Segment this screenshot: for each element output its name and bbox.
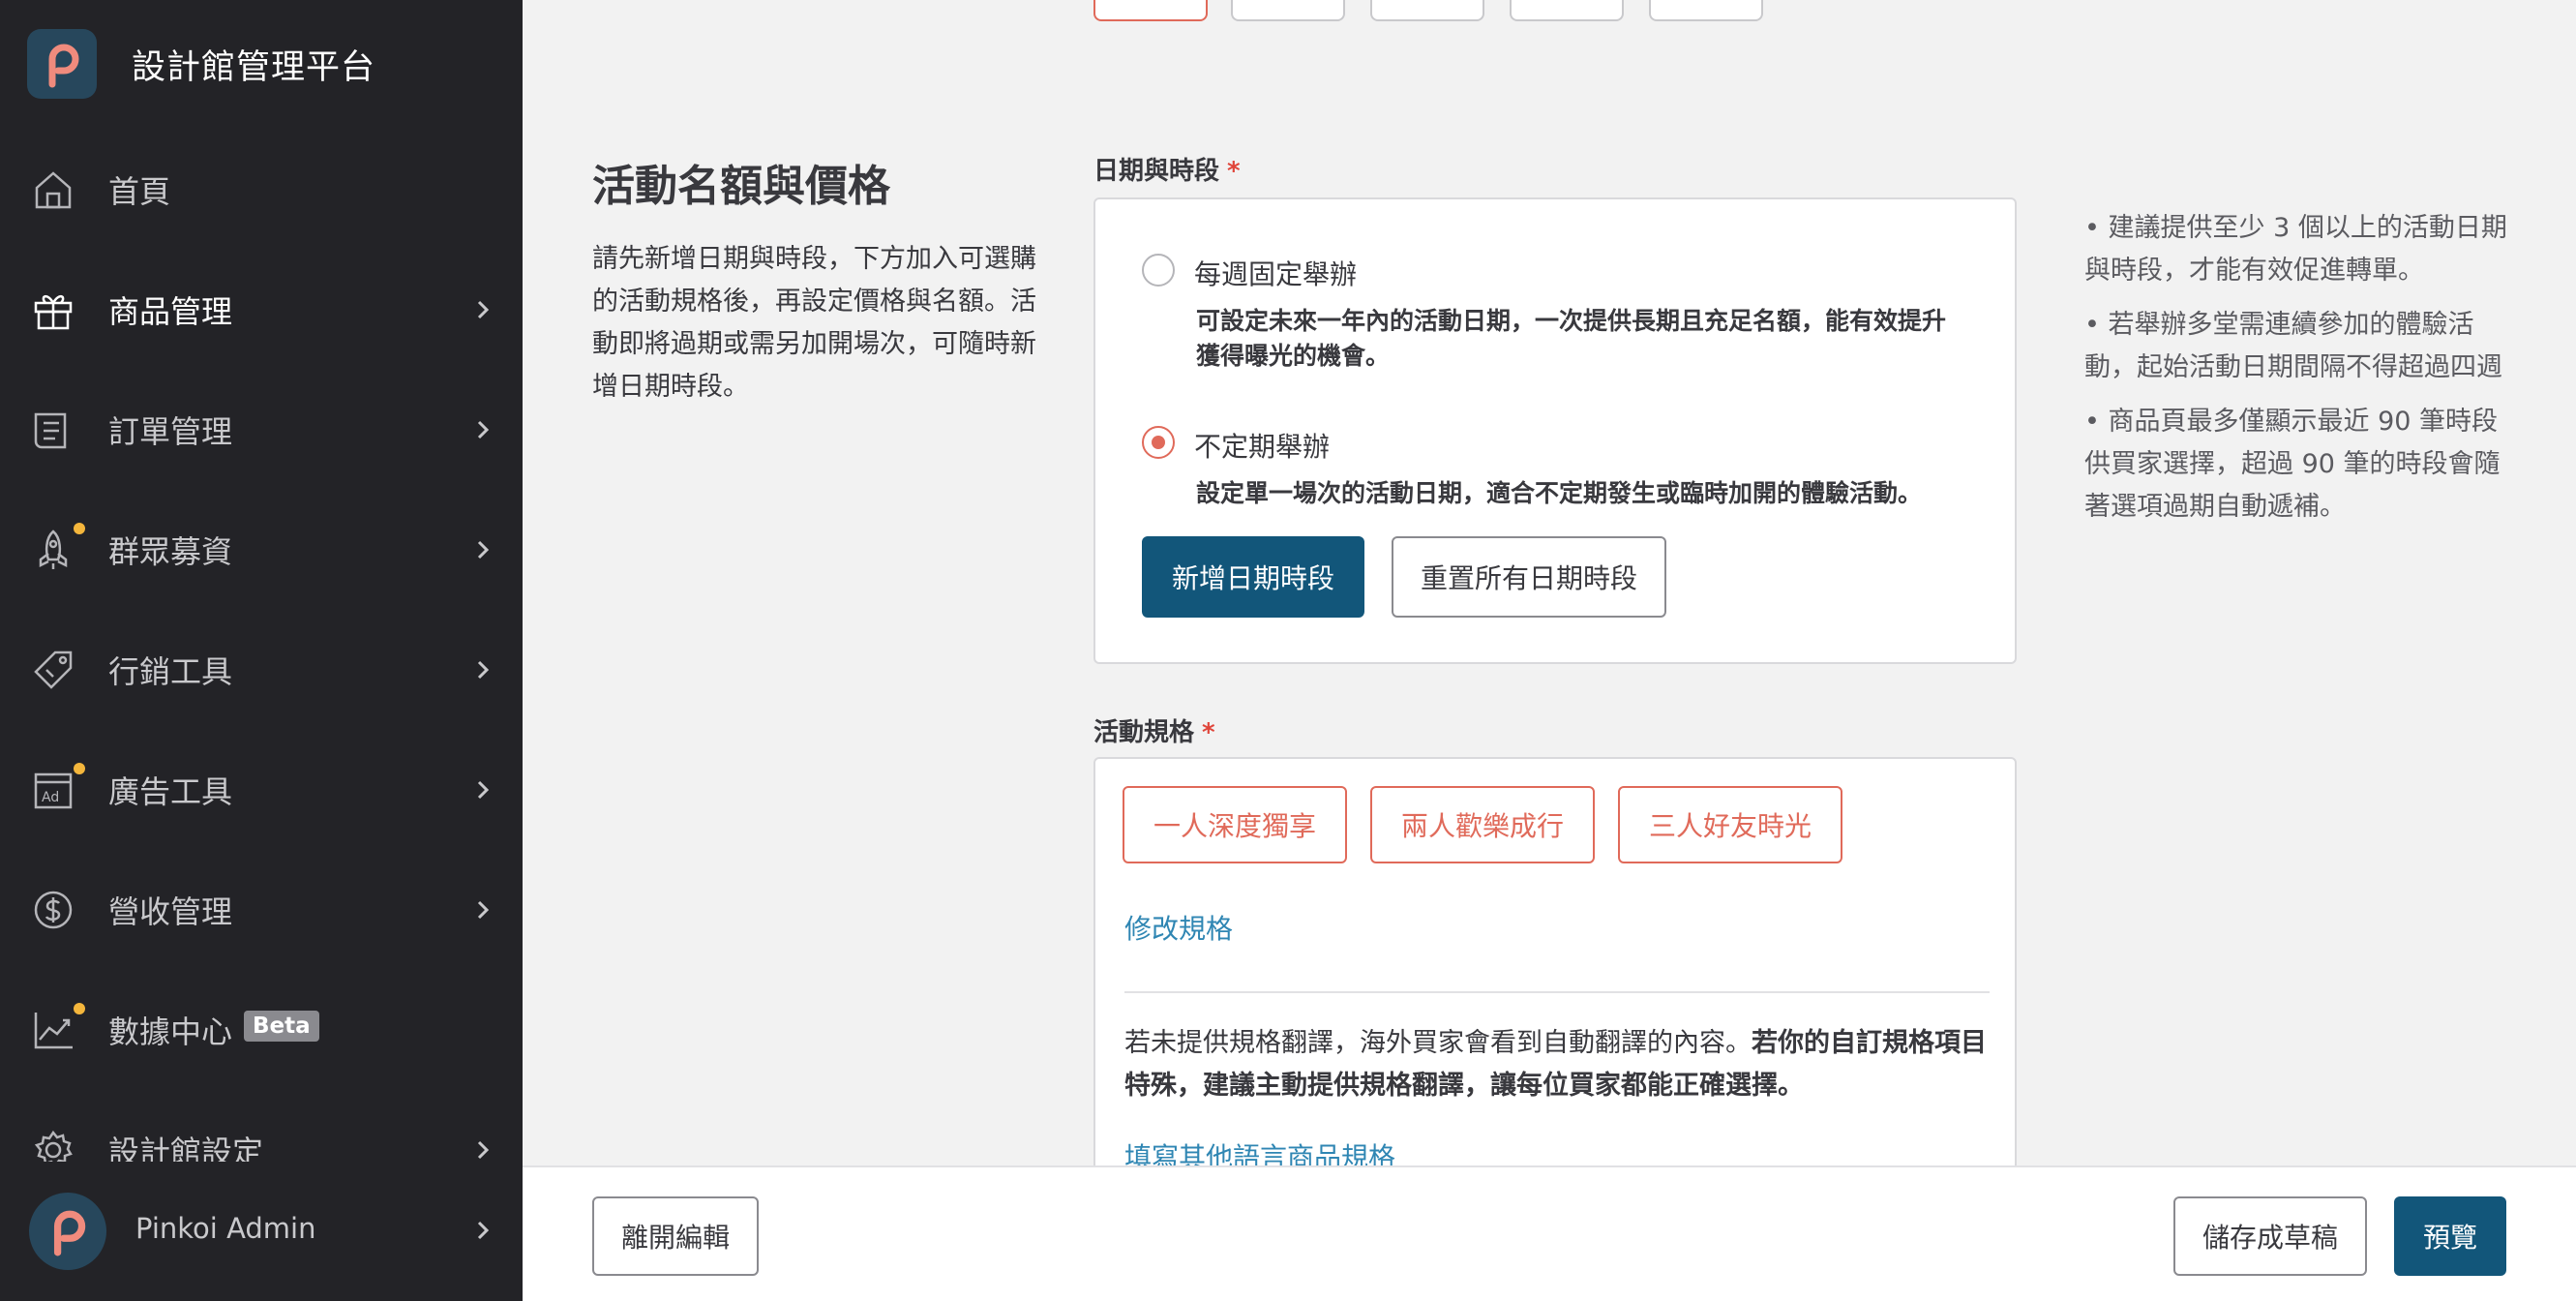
translate-spec-link[interactable]: 填寫其他語言商品規格: [1124, 1136, 1395, 1165]
spec-chip[interactable]: 一人深度獨享: [1123, 786, 1348, 863]
sidebar-item-label: 群眾募資: [108, 533, 233, 570]
chevron-right-icon: [477, 300, 490, 319]
chevron-right-icon: [477, 780, 490, 800]
avatar: [29, 1193, 106, 1270]
chevron-right-icon: [477, 900, 490, 920]
pinkoi-logo-icon: [27, 29, 97, 99]
notification-dot: [74, 763, 85, 774]
dollar-icon: [31, 888, 75, 932]
add-date-slot-button[interactable]: 新增日期時段: [1142, 536, 1364, 618]
top-chip[interactable]: [1231, 0, 1345, 21]
radio-weekly-desc: 可設定未來一年內的活動日期，一次提供長期且充足名額，能有效提升獲得曝光的機會。: [1196, 307, 1947, 370]
chevron-right-icon: [477, 420, 490, 439]
sidebar-item-ads[interactable]: Ad 廣告工具: [0, 751, 523, 829]
sidebar-item-marketing[interactable]: 行銷工具: [0, 631, 523, 709]
tips-list: • 建議提供至少 3 個以上的活動日期與時段，才能有效促進轉單。 • 若舉辦多堂…: [2084, 207, 2510, 540]
spec-chip[interactable]: 兩人歡樂成行: [1370, 786, 1596, 863]
tip-item: • 建議提供至少 3 個以上的活動日期與時段，才能有效促進轉單。: [2084, 213, 2507, 286]
receipt-icon: [31, 408, 75, 452]
main-content: 活動名額與價格 請先新增日期與時段，下方加入可選購的活動規格後，再設定價格與名額…: [523, 0, 2576, 1165]
top-chip[interactable]: [1649, 0, 1763, 21]
rocket-icon: [31, 528, 75, 572]
user-menu[interactable]: Pinkoi Admin: [0, 1162, 523, 1301]
translation-note: 若未提供規格翻譯，海外買家會看到自動翻譯的內容。若你的自訂規格項目特殊，建議主動…: [1124, 1028, 1987, 1101]
preview-button[interactable]: 預覽: [2394, 1196, 2506, 1276]
tip-item: • 商品頁最多僅顯示最近 90 筆時段供買家選擇，超過 90 筆的時段會隨著選項…: [2084, 407, 2501, 522]
top-chip[interactable]: [1093, 0, 1208, 21]
action-footer: 離開編輯 儲存成草稿 預覽: [523, 1165, 2576, 1301]
reset-date-slots-button[interactable]: 重置所有日期時段: [1392, 536, 1666, 618]
save-draft-button[interactable]: 儲存成草稿: [2173, 1196, 2367, 1276]
required-mark: *: [1202, 718, 1215, 747]
sidebar-item-label: 首頁: [108, 173, 171, 210]
leave-edit-button[interactable]: 離開編輯: [592, 1196, 759, 1276]
beta-badge: Beta: [244, 1011, 319, 1042]
sidebar-item-label: 數據中心: [108, 1014, 233, 1050]
notification-dot: [74, 523, 85, 534]
top-chip[interactable]: [1370, 0, 1484, 21]
radio-irregular-desc: 設定單一場次的活動日期，適合不定期發生或臨時加開的體驗活動。: [1196, 479, 1923, 507]
sidebar-item-revenue[interactable]: 營收管理: [0, 871, 523, 949]
sidebar-item-crowdfunding[interactable]: 群眾募資: [0, 511, 523, 589]
tip-item: • 若舉辦多堂需連續參加的體驗活動，起始活動日期間隔不得超過四週: [2084, 310, 2502, 382]
chevron-right-icon: [477, 660, 490, 680]
sidebar-item-label: 訂單管理: [108, 413, 233, 450]
sidebar-item-label: 廣告工具: [108, 773, 233, 810]
gear-icon: [31, 1128, 75, 1162]
brand[interactable]: 設計館管理平台: [27, 29, 375, 99]
home-icon: [31, 167, 75, 212]
sidebar-item-label: 營收管理: [108, 893, 233, 930]
sidebar-item-label: 設計館設定: [108, 1134, 264, 1162]
ad-icon: Ad: [31, 768, 75, 812]
radio-irregular-label[interactable]: 不定期舉辦: [1194, 426, 1330, 465]
spec-card: 一人深度獨享 兩人歡樂成行 三人好友時光 修改規格 若未提供規格翻譯，海外買家會…: [1093, 757, 2017, 1165]
schedule-label: 日期與時段 *: [1093, 157, 1241, 186]
chevron-right-icon: [477, 1140, 490, 1160]
svg-text:Ad: Ad: [42, 790, 59, 805]
sidebar-item-orders[interactable]: 訂單管理: [0, 391, 523, 469]
chevron-right-icon: [477, 1221, 490, 1240]
sidebar-nav: 設計館管理平台 首頁 商品管理 訂單管理 群眾募資 行銷工具 Ad 廣告工具 營…: [0, 0, 523, 1162]
sidebar-item-shop-settings[interactable]: 設計館設定: [0, 1111, 523, 1162]
divider: [1124, 991, 1990, 993]
gift-icon: [31, 287, 75, 332]
sidebar: 設計館管理平台 首頁 商品管理 訂單管理 群眾募資 行銷工具 Ad 廣告工具 營…: [0, 0, 523, 1301]
spec-chip[interactable]: 三人好友時光: [1618, 786, 1843, 863]
radio-irregular[interactable]: [1142, 426, 1175, 459]
section-title: 活動名額與價格: [592, 162, 890, 211]
notification-dot: [74, 1003, 85, 1014]
schedule-card: 每週固定舉辦 可設定未來一年內的活動日期，一次提供長期且充足名額，能有效提升獲得…: [1093, 197, 2017, 664]
required-mark: *: [1227, 157, 1241, 186]
chart-icon: [31, 1008, 75, 1052]
section-description: 請先新增日期與時段，下方加入可選購的活動規格後，再設定價格與名額。活動即將過期或…: [592, 244, 1036, 402]
sidebar-item-label: 行銷工具: [108, 653, 233, 690]
sidebar-item-products[interactable]: 商品管理: [0, 271, 523, 348]
sidebar-item-label: 商品管理: [108, 293, 233, 330]
sidebar-item-data-center[interactable]: 數據中心 Beta: [0, 991, 523, 1069]
app-title: 設計館管理平台: [132, 47, 376, 87]
user-name: Pinkoi Admin: [135, 1212, 316, 1245]
edit-spec-link[interactable]: 修改規格: [1124, 908, 1233, 947]
sidebar-item-home[interactable]: 首頁: [0, 151, 523, 228]
top-chip[interactable]: [1510, 0, 1624, 21]
spec-label: 活動規格 *: [1093, 718, 1215, 747]
chevron-right-icon: [477, 540, 490, 560]
radio-weekly[interactable]: [1142, 254, 1175, 287]
radio-weekly-label[interactable]: 每週固定舉辦: [1194, 254, 1357, 292]
tag-icon: [31, 648, 75, 692]
